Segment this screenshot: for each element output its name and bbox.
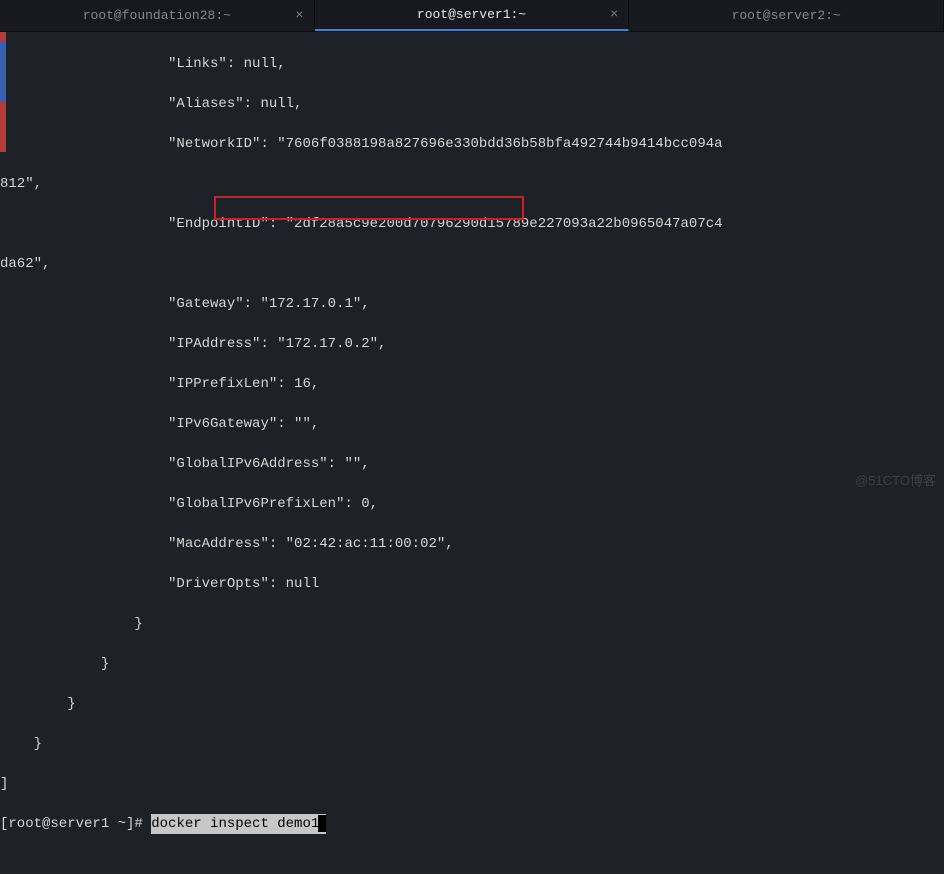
tab-foundation28[interactable]: root@foundation28:~ × [0, 0, 315, 31]
cursor [318, 815, 326, 832]
output-line: 812", [0, 174, 944, 194]
tab-title: root@server1:~ [417, 7, 526, 22]
output-line: "Links": null, [0, 54, 944, 74]
output-line: "EndpointID": "2df28a5c9e200d70796290d15… [0, 214, 944, 234]
output-line: } [0, 614, 944, 634]
output-line: "GlobalIPv6Address": "", [0, 454, 944, 474]
tab-server2[interactable]: root@server2:~ [629, 0, 944, 31]
output-line: } [0, 694, 944, 714]
output-line: "DriverOpts": null [0, 574, 944, 594]
output-line: "NetworkID": "7606f0388198a827696e330bdd… [0, 134, 944, 154]
output-line: ] [0, 774, 944, 794]
shell-prompt: [root@server1 ~]# [0, 814, 151, 834]
terminal-output[interactable]: "Links": null, "Aliases": null, "Network… [0, 32, 944, 874]
close-icon[interactable]: × [295, 8, 303, 24]
tab-title: root@server2:~ [732, 8, 841, 23]
output-line: "Gateway": "172.17.0.1", [0, 294, 944, 314]
tab-server1[interactable]: root@server1:~ × [315, 0, 630, 31]
watermark: @51CTO博客 [855, 470, 936, 489]
output-line: "IPv6Gateway": "", [0, 414, 944, 434]
output-line: "MacAddress": "02:42:ac:11:00:02", [0, 534, 944, 554]
output-line: } [0, 734, 944, 754]
output-line: da62", [0, 254, 944, 274]
output-line: "GlobalIPv6PrefixLen": 0, [0, 494, 944, 514]
close-icon[interactable]: × [610, 7, 618, 23]
prompt-line[interactable]: [root@server1 ~]# docker inspect demo1 [0, 814, 944, 834]
command-input[interactable]: docker inspect demo1 [151, 814, 326, 834]
output-line: } [0, 654, 944, 674]
output-line: "IPAddress": "172.17.0.2", [0, 334, 944, 354]
tab-title: root@foundation28:~ [83, 8, 231, 23]
output-line: "IPPrefixLen": 16, [0, 374, 944, 394]
tab-bar: root@foundation28:~ × root@server1:~ × r… [0, 0, 944, 32]
output-line: "Aliases": null, [0, 94, 944, 114]
